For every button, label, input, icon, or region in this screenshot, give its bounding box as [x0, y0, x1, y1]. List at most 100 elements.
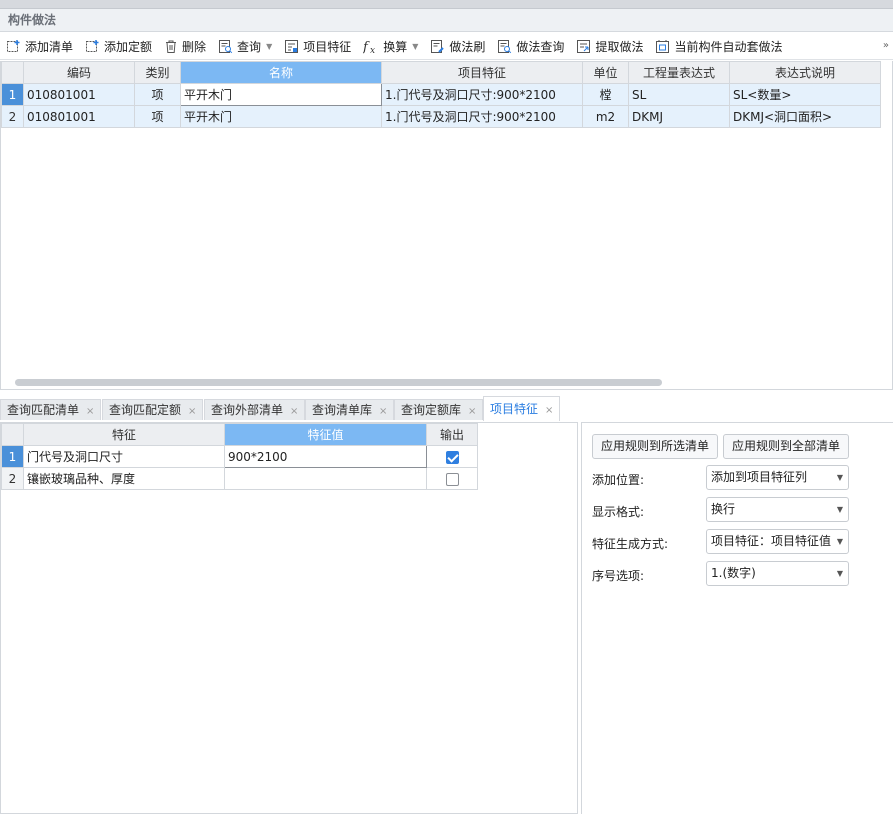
extract-icon: [577, 39, 591, 53]
row-number[interactable]: 1: [1, 445, 24, 468]
col-unit-header[interactable]: 单位: [582, 61, 629, 84]
add-quota-icon: [86, 39, 99, 52]
convert-label: 换算: [383, 39, 408, 54]
add-position-select[interactable]: 添加到项目特征列 ▼: [706, 465, 849, 490]
close-icon[interactable]: ×: [545, 405, 553, 416]
item-feature-button[interactable]: 项目特征: [284, 38, 351, 55]
serial-option-label: 序号选项:: [592, 569, 645, 583]
output-cell[interactable]: [426, 467, 478, 490]
tab-query-list-library[interactable]: 查询清单库 ×: [305, 399, 395, 420]
expr-cell[interactable]: DKMJ: [628, 105, 730, 128]
feature-cell[interactable]: 1.门代号及洞口尺寸:900*2100: [381, 83, 583, 106]
feature-value-cell[interactable]: 900*2100: [224, 445, 427, 468]
method-brush-label: 做法刷: [449, 39, 486, 54]
type-cell[interactable]: 项: [134, 83, 181, 106]
add-quota-button[interactable]: 添加定额: [85, 38, 152, 55]
output-cell[interactable]: [426, 445, 478, 468]
add-list-label: 添加清单: [25, 39, 74, 54]
tab-query-quota-library[interactable]: 查询定额库 ×: [394, 399, 484, 420]
table-row[interactable]: 1 010801001 项 平开木门 1.门代号及洞口尺寸:900*2100 樘…: [1, 83, 881, 106]
tab-label: 查询匹配定额: [109, 403, 182, 417]
extract-method-label: 提取做法: [595, 39, 644, 54]
col-feature-header[interactable]: 特征: [23, 423, 225, 446]
svg-text:x: x: [370, 46, 375, 54]
method-brush-button[interactable]: 做法刷: [430, 38, 485, 55]
delete-label: 删除: [182, 39, 207, 54]
display-format-select[interactable]: 换行 ▼: [706, 497, 849, 522]
code-cell[interactable]: 010801001: [23, 83, 135, 106]
method-query-button[interactable]: 做法查询: [497, 38, 564, 55]
output-checkbox[interactable]: [445, 450, 459, 464]
expr-cell[interactable]: SL: [628, 83, 730, 106]
table-row[interactable]: 1 门代号及洞口尺寸 900*2100: [1, 445, 478, 468]
query-button[interactable]: 查询 ▼: [218, 38, 272, 55]
unit-cell[interactable]: m2: [582, 105, 629, 128]
table-row[interactable]: 2 010801001 项 平开木门 1.门代号及洞口尺寸:900*2100 m…: [1, 105, 881, 128]
code-cell[interactable]: 010801001: [23, 105, 135, 128]
expr-desc-cell[interactable]: SL<数量>: [729, 83, 881, 106]
method-list-grid: 编码 类别 名称 项目特征 单位 工程量表达式 表达式说明 1 01080100…: [0, 61, 893, 390]
tab-query-match-quota[interactable]: 查询匹配定额 ×: [102, 399, 204, 420]
extract-method-button[interactable]: 提取做法: [576, 38, 643, 55]
close-icon[interactable]: ×: [468, 406, 476, 417]
chevron-down-icon[interactable]: ▼: [266, 42, 272, 51]
toolbar-overflow-icon[interactable]: »: [883, 40, 889, 51]
method-query-icon: [498, 39, 512, 53]
name-cell[interactable]: 平开木门: [180, 105, 382, 128]
unit-cell[interactable]: 樘: [582, 83, 629, 106]
item-feature-icon: [285, 39, 299, 53]
add-list-button[interactable]: 添加清单: [6, 38, 73, 55]
auto-apply-button[interactable]: 当前构件自动套做法: [655, 38, 782, 55]
tab-label: 查询定额库: [401, 403, 462, 417]
apply-all-button[interactable]: 应用规则到全部清单: [723, 434, 849, 459]
col-output-header[interactable]: 输出: [426, 423, 478, 446]
close-icon[interactable]: ×: [290, 406, 298, 417]
panel-title: 构件做法: [0, 9, 893, 32]
function-icon: fx: [363, 40, 375, 54]
item-feature-label: 项目特征: [303, 39, 352, 54]
col-code-header[interactable]: 编码: [23, 61, 135, 84]
tab-label: 查询外部清单: [211, 403, 284, 417]
horizontal-scrollbar[interactable]: [15, 379, 662, 386]
add-list-icon: [7, 39, 20, 52]
query-icon: [219, 39, 233, 53]
row-number[interactable]: 2: [1, 105, 24, 128]
convert-button[interactable]: fx 换算 ▼: [363, 38, 418, 55]
auto-apply-icon: [656, 39, 670, 53]
tab-query-match-list[interactable]: 查询匹配清单 ×: [0, 399, 102, 420]
gen-method-select[interactable]: 项目特征：项目特征值 ▼: [706, 529, 849, 554]
feature-grid: 特征 特征值 输出 1 门代号及洞口尺寸 900*2100 2 镶嵌玻璃品种、厚…: [0, 422, 578, 814]
close-icon[interactable]: ×: [188, 406, 196, 417]
add-position-label: 添加位置:: [592, 473, 645, 487]
col-feature-header[interactable]: 项目特征: [381, 61, 583, 84]
row-number[interactable]: 2: [1, 467, 24, 490]
col-expr-header[interactable]: 工程量表达式: [628, 61, 730, 84]
feature-value-cell[interactable]: [224, 467, 427, 490]
col-feature-value-header[interactable]: 特征值: [224, 423, 427, 446]
chevron-down-icon: ▼: [836, 569, 843, 578]
feature-name-cell[interactable]: 门代号及洞口尺寸: [23, 445, 225, 468]
tab-label: 查询匹配清单: [7, 403, 80, 417]
feature-cell[interactable]: 1.门代号及洞口尺寸:900*2100: [381, 105, 583, 128]
add-quota-label: 添加定额: [104, 39, 153, 54]
apply-selected-button[interactable]: 应用规则到所选清单: [592, 434, 718, 459]
tab-query-external-list[interactable]: 查询外部清单 ×: [204, 399, 306, 420]
tab-label: 项目特征: [490, 402, 539, 416]
expr-desc-cell[interactable]: DKMJ<洞口面积>: [729, 105, 881, 128]
chevron-down-icon[interactable]: ▼: [412, 42, 418, 51]
delete-button[interactable]: 删除: [164, 38, 206, 55]
col-expr-desc-header[interactable]: 表达式说明: [729, 61, 881, 84]
col-name-header[interactable]: 名称: [180, 61, 382, 84]
close-icon[interactable]: ×: [86, 406, 94, 417]
row-number[interactable]: 1: [1, 83, 24, 106]
type-cell[interactable]: 项: [134, 105, 181, 128]
col-type-header[interactable]: 类别: [134, 61, 181, 84]
close-icon[interactable]: ×: [379, 406, 387, 417]
name-cell[interactable]: 平开木门: [180, 83, 382, 106]
method-query-label: 做法查询: [516, 39, 565, 54]
tab-item-feature[interactable]: 项目特征 ×: [483, 396, 561, 421]
table-row[interactable]: 2 镶嵌玻璃品种、厚度: [1, 467, 478, 490]
output-checkbox[interactable]: [445, 472, 459, 486]
feature-name-cell[interactable]: 镶嵌玻璃品种、厚度: [23, 467, 225, 490]
serial-option-select[interactable]: 1.(数字) ▼: [706, 561, 849, 586]
